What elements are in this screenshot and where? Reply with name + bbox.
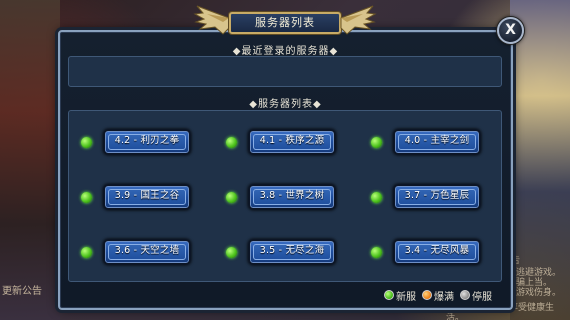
recent-servers-box[interactable] — [68, 56, 502, 87]
legend-full: 爆满 — [422, 288, 454, 303]
server-button[interactable]: 3.4 - 无尽风暴 — [393, 239, 481, 265]
new-server-dot-icon — [384, 290, 394, 300]
server-list-box: 4.2 - 利刃之拳 4.1 - 秩序之源 4.0 - 主宰之剑 3.9 - 国… — [68, 110, 502, 282]
dialog-title-plate: 服务器列表 — [193, 4, 377, 38]
server-status-dot — [226, 247, 237, 258]
server-label: 4.0 - 主宰之剑 — [404, 135, 470, 146]
server-button[interactable]: 3.5 - 无尽之海 — [248, 239, 336, 265]
server-entry[interactable]: 4.0 - 主宰之剑 — [371, 129, 481, 155]
legend-new: 新服 — [384, 288, 416, 303]
server-status-dot — [371, 247, 382, 258]
server-button[interactable]: 4.1 - 秩序之源 — [248, 129, 336, 155]
server-button[interactable]: 3.8 - 世界之树 — [248, 184, 336, 210]
background-left-art — [0, 0, 60, 320]
legend-full-label: 爆满 — [434, 291, 454, 303]
server-status-dot — [81, 247, 92, 258]
server-label: 3.5 - 无尽之海 — [259, 245, 325, 256]
server-list-heading: ◆服务器列表◆ — [249, 99, 322, 110]
server-entry[interactable]: 3.5 - 无尽之海 — [226, 239, 336, 265]
stopped-server-dot-icon — [460, 290, 470, 300]
server-entry[interactable]: 3.4 - 无尽风暴 — [371, 239, 481, 265]
dialog-title-box: 服务器列表 — [229, 12, 341, 34]
server-label: 3.8 - 世界之树 — [259, 190, 325, 201]
background-update-notice[interactable]: 更新公告 — [2, 282, 42, 297]
server-status-dot — [226, 137, 237, 148]
server-label: 3.4 - 无尽风暴 — [404, 245, 470, 256]
dialog-title: 服务器列表 — [255, 16, 315, 29]
server-entry[interactable]: 3.8 - 世界之树 — [226, 184, 336, 210]
status-legend: 新服 爆满 停服 — [384, 288, 492, 303]
close-icon: X — [505, 22, 516, 38]
server-list-dialog: ◆最近登录的服务器◆ ◆服务器列表◆ 4.2 - 利刃之拳 4.1 - 秩序之源… — [58, 30, 513, 310]
server-status-dot — [81, 137, 92, 148]
server-button[interactable]: 4.0 - 主宰之剑 — [393, 129, 481, 155]
server-label: 3.6 - 天空之墙 — [114, 245, 180, 256]
full-server-dot-icon — [422, 290, 432, 300]
server-button[interactable]: 3.6 - 天空之墙 — [103, 239, 191, 265]
server-button[interactable]: 3.9 - 国王之谷 — [103, 184, 191, 210]
server-label: 3.7 - 万色星辰 — [404, 190, 470, 201]
left-wing-icon — [193, 5, 230, 35]
server-button[interactable]: 3.7 - 万色星辰 — [393, 184, 481, 210]
server-status-dot — [81, 192, 92, 203]
server-status-dot — [371, 137, 382, 148]
server-entry[interactable]: 3.6 - 天空之墙 — [81, 239, 191, 265]
legend-stopped: 停服 — [460, 288, 492, 303]
server-button[interactable]: 4.2 - 利刃之拳 — [103, 129, 191, 155]
right-wing-icon — [340, 5, 377, 35]
server-entry[interactable]: 4.2 - 利刃之拳 — [81, 129, 191, 155]
server-entry[interactable]: 3.9 - 国王之谷 — [81, 184, 191, 210]
server-status-dot — [371, 192, 382, 203]
close-button[interactable]: X — [497, 17, 524, 44]
legend-new-label: 新服 — [396, 291, 416, 303]
server-status-dot — [226, 192, 237, 203]
server-label: 4.1 - 秩序之源 — [259, 135, 325, 146]
server-label: 3.9 - 国王之谷 — [114, 190, 180, 201]
legend-stopped-label: 停服 — [472, 291, 492, 303]
server-label: 4.2 - 利刃之拳 — [114, 135, 180, 146]
server-entry[interactable]: 3.7 - 万色星辰 — [371, 184, 481, 210]
server-entry[interactable]: 4.1 - 秩序之源 — [226, 129, 336, 155]
recent-servers-heading: ◆最近登录的服务器◆ — [232, 46, 339, 57]
